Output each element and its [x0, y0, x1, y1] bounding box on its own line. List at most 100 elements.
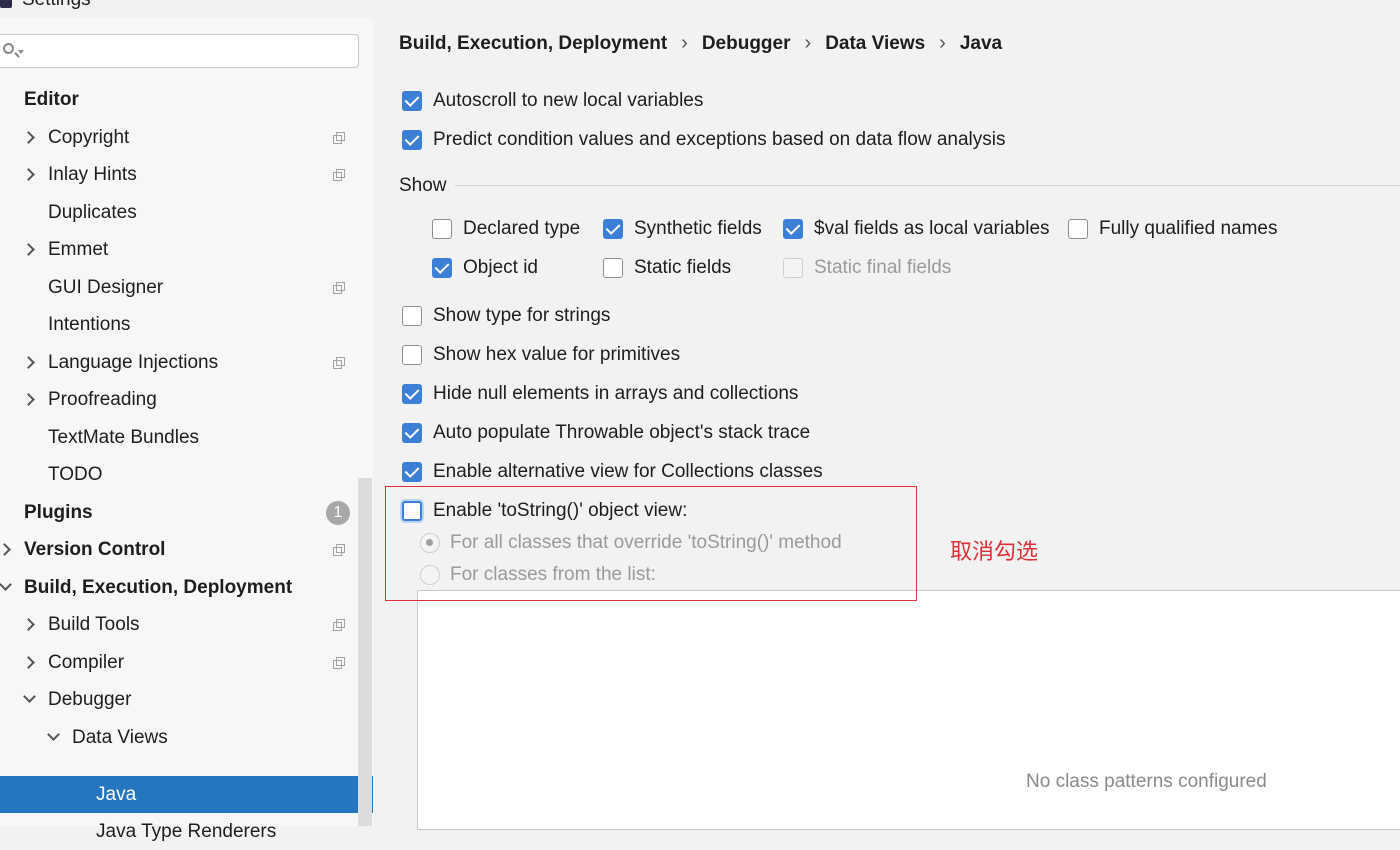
chevron-right-icon[interactable]	[22, 356, 35, 369]
chevron-right-icon[interactable]	[22, 243, 35, 256]
sidebar-item-label: Build, Execution, Deployment	[24, 576, 293, 598]
annotation-highlight-box	[385, 486, 917, 601]
class-patterns-list[interactable]: No class patterns configured	[417, 590, 1400, 830]
checkbox-label: Synthetic fields	[634, 218, 762, 239]
alt-view-checkbox[interactable]	[402, 462, 422, 482]
object-id-checkbox[interactable]	[432, 258, 452, 278]
checkbox-label: $val fields as local variables	[814, 218, 1050, 239]
chevron-down-icon[interactable]	[23, 690, 36, 703]
alt-view-checkbox-row[interactable]: Enable alternative view for Collections …	[402, 461, 823, 483]
predict-checkbox[interactable]	[402, 130, 422, 150]
sidebar-item-duplicates[interactable]: Duplicates	[0, 194, 373, 231]
sidebar-item-label: Duplicates	[48, 201, 137, 223]
chevron-right-icon[interactable]	[0, 543, 11, 556]
predict-checkbox-row[interactable]: Predict condition values and exceptions …	[402, 129, 1005, 151]
project-scope-icon	[333, 169, 346, 182]
chevron-right-icon[interactable]	[22, 168, 35, 181]
sidebar-item-label: Intentions	[48, 313, 131, 335]
sidebar-item-label: Version Control	[24, 538, 166, 560]
auto-populate-checkbox[interactable]	[402, 423, 422, 443]
checkbox-label: Fully qualified names	[1099, 218, 1278, 239]
search-history-dropdown-icon[interactable]	[18, 50, 24, 54]
sidebar-item-editor[interactable]: Editor	[0, 81, 373, 118]
sidebar-item-copyright[interactable]: Copyright	[0, 119, 373, 156]
show-section-title: Show	[399, 175, 447, 196]
project-scope-icon	[333, 619, 346, 632]
sidebar-item-label: Proofreading	[48, 388, 157, 410]
sidebar-item-plugins[interactable]: Plugins 1	[0, 494, 373, 531]
checkbox-label: Static final fields	[814, 257, 952, 278]
hide-null-checkbox[interactable]	[402, 384, 422, 404]
search-input[interactable]	[29, 39, 333, 65]
sidebar-item-language-injections[interactable]: Language Injections	[0, 344, 373, 381]
sidebar-item-intentions[interactable]: Intentions	[0, 306, 373, 343]
sidebar-item-gui-designer[interactable]: GUI Designer	[0, 269, 373, 306]
chevron-right-icon[interactable]	[22, 618, 35, 631]
static-fields-checkbox-row[interactable]: Static fields	[603, 257, 731, 279]
sidebar-item-proofreading[interactable]: Proofreading	[0, 381, 373, 418]
sidebar-item-label: Data Views	[72, 726, 168, 748]
auto-populate-checkbox-row[interactable]: Auto populate Throwable object's stack t…	[402, 422, 810, 444]
fully-qualified-checkbox-row[interactable]: Fully qualified names	[1068, 218, 1277, 240]
breadcrumb-item: Build, Execution, Deployment	[399, 32, 668, 54]
sidebar-item-label: GUI Designer	[48, 276, 164, 298]
static-fields-checkbox[interactable]	[603, 258, 623, 278]
synthetic-fields-checkbox-row[interactable]: Synthetic fields	[603, 218, 762, 240]
static-final-fields-checkbox	[783, 258, 803, 278]
sidebar-item-build-tools[interactable]: Build Tools	[0, 606, 373, 643]
sidebar-item-build-execution-deployment[interactable]: Build, Execution, Deployment	[0, 569, 373, 606]
chevron-down-icon[interactable]	[0, 578, 12, 591]
search-icon[interactable]	[3, 43, 14, 54]
chevron-down-icon[interactable]	[47, 728, 60, 741]
sidebar-item-label: Copyright	[48, 126, 130, 148]
chevron-right-icon[interactable]	[22, 131, 35, 144]
checkbox-label: Predict condition values and exceptions …	[433, 129, 1006, 150]
sidebar-item-compiler[interactable]: Compiler	[0, 644, 373, 681]
checkbox-label: Hide null elements in arrays and collect…	[433, 383, 799, 404]
sidebar-item-label: Debugger	[48, 688, 132, 710]
sidebar-item-label: Editor	[24, 88, 79, 110]
chevron-right-icon[interactable]	[22, 393, 35, 406]
project-scope-icon	[333, 132, 346, 145]
checkbox-label: Autoscroll to new local variables	[433, 90, 704, 111]
sidebar-item-java[interactable]: Java	[0, 776, 373, 813]
breadcrumb-separator-icon: ›	[804, 32, 812, 54]
annotation-text: 取消勾选	[950, 539, 1039, 564]
sidebar-item-emmet[interactable]: Emmet	[0, 231, 373, 268]
sidebar-item-inlay-hints[interactable]: Inlay Hints	[0, 156, 373, 193]
autoscroll-checkbox-row[interactable]: Autoscroll to new local variables	[402, 90, 703, 112]
autoscroll-checkbox[interactable]	[402, 91, 422, 111]
type-strings-checkbox-row[interactable]: Show type for strings	[402, 305, 610, 327]
sidebar-scrollbar[interactable]	[358, 478, 372, 826]
checkbox-label: Static fields	[634, 257, 732, 278]
hide-null-checkbox-row[interactable]: Hide null elements in arrays and collect…	[402, 383, 798, 405]
project-scope-icon	[333, 282, 346, 295]
sidebar-item-debugger[interactable]: Debugger	[0, 681, 373, 718]
sidebar-item-label: Java Type Renderers	[96, 820, 277, 842]
static-final-fields-checkbox-row: Static final fields	[783, 257, 951, 279]
sidebar-item-java-type-renderers[interactable]: Java Type Renderers	[0, 813, 373, 850]
object-id-checkbox-row[interactable]: Object id	[432, 257, 538, 279]
sidebar-item-version-control[interactable]: Version Control	[0, 531, 373, 568]
val-fields-checkbox[interactable]	[783, 219, 803, 239]
settings-content: Build, Execution, Deployment › Debugger …	[373, 0, 1400, 830]
type-strings-checkbox[interactable]	[402, 306, 422, 326]
sidebar-item-todo[interactable]: TODO	[0, 456, 373, 493]
breadcrumb-separator-icon: ›	[681, 32, 688, 54]
declared-type-checkbox-row[interactable]: Declared type	[432, 218, 580, 240]
hex-primitives-checkbox-row[interactable]: Show hex value for primitives	[402, 344, 680, 366]
section-divider	[455, 185, 1400, 186]
breadcrumb: Build, Execution, Deployment › Debugger …	[399, 32, 1002, 55]
window-title: Settings	[0, 0, 91, 12]
hex-primitives-checkbox[interactable]	[402, 345, 422, 365]
sidebar-item-data-views[interactable]: Data Views	[0, 719, 373, 756]
chevron-right-icon[interactable]	[22, 656, 35, 669]
search-box[interactable]	[0, 34, 359, 68]
val-fields-checkbox-row[interactable]: $val fields as local variables	[783, 218, 1050, 240]
sidebar-item-textmate-bundles[interactable]: TextMate Bundles	[0, 419, 373, 456]
fully-qualified-checkbox[interactable]	[1068, 219, 1088, 239]
sidebar-item-label: Build Tools	[48, 613, 140, 635]
synthetic-fields-checkbox[interactable]	[603, 219, 623, 239]
declared-type-checkbox[interactable]	[432, 219, 452, 239]
app-icon	[0, 0, 12, 8]
